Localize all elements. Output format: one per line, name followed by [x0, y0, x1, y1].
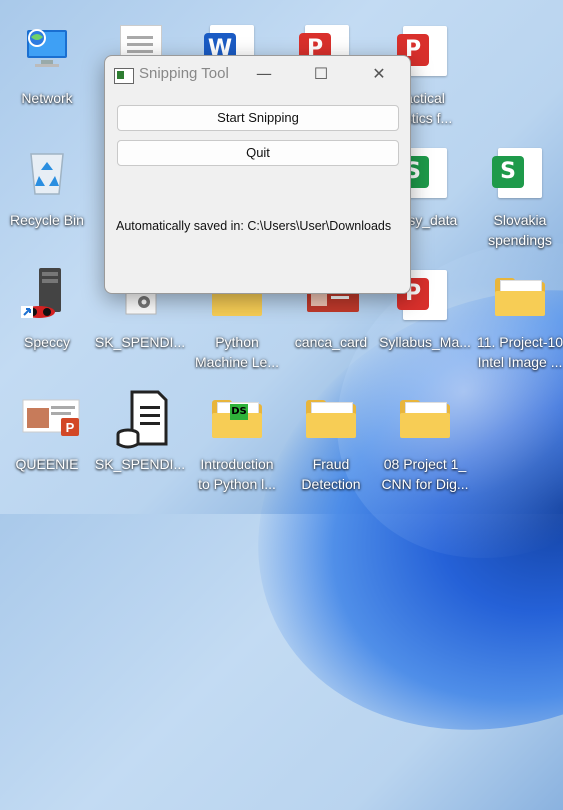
app-icon — [114, 68, 134, 84]
quit-button[interactable]: Quit — [117, 140, 399, 166]
snipping-tool-window: Snipping Tool — ☐ ✕ Start Snipping Quit … — [104, 55, 411, 294]
desktop-item-label: Fraud Detection — [301, 456, 361, 492]
status-path: C:\Users\User\Downloads — [247, 219, 392, 233]
desktop-item-label: canca_card — [294, 334, 368, 350]
desktop-item-label: Introduction to Python l... — [198, 456, 276, 492]
window-titlebar[interactable]: Snipping Tool — ☐ ✕ — [105, 56, 410, 92]
desktop-item-label: Network — [21, 90, 73, 106]
desktop-item-label: SK_SPENDI... — [94, 334, 186, 350]
desktop-item-label: Speccy — [24, 334, 70, 350]
status-prefix: Automatically saved in: — [116, 219, 244, 233]
close-button[interactable]: ✕ — [359, 62, 399, 86]
desktop-item-label: Syllabus_Ma... — [379, 334, 471, 350]
recycle-bin-icon — [21, 146, 73, 198]
desktop-item-label: Python Machine Le... — [194, 334, 280, 370]
network-icon — [21, 24, 73, 76]
document-icon — [127, 36, 153, 39]
desktop-item-label: 11. Project-10 Intel Image ... — [476, 334, 563, 370]
folder-icon — [495, 278, 545, 316]
svg-text:P: P — [66, 420, 75, 435]
window-title: Snipping Tool — [139, 65, 229, 82]
desktop-item-label: Slovakia spendings — [488, 212, 552, 248]
start-snipping-button[interactable]: Start Snipping — [117, 105, 399, 131]
maximize-button[interactable]: ☐ — [301, 62, 341, 86]
folder-icon — [400, 400, 450, 438]
folder-icon — [306, 400, 356, 438]
desktop-item-label: 08 Project 1_ CNN for Dig... — [381, 456, 469, 492]
speccy-icon — [21, 268, 73, 320]
folder-icon: DS — [212, 400, 262, 438]
save-location-status: Automatically saved in: C:\Users\User\Do… — [116, 219, 391, 233]
spreadsheet-icon: S — [492, 148, 542, 198]
desktop-item-label: Recycle Bin — [10, 212, 84, 228]
desktop-item-label: QUEENIE — [15, 456, 79, 472]
database-file-icon — [114, 390, 168, 449]
minimize-button[interactable]: — — [244, 62, 284, 86]
desktop-item-label: SK_SPENDI... — [94, 456, 186, 472]
powerpoint-icon: P — [21, 390, 80, 442]
